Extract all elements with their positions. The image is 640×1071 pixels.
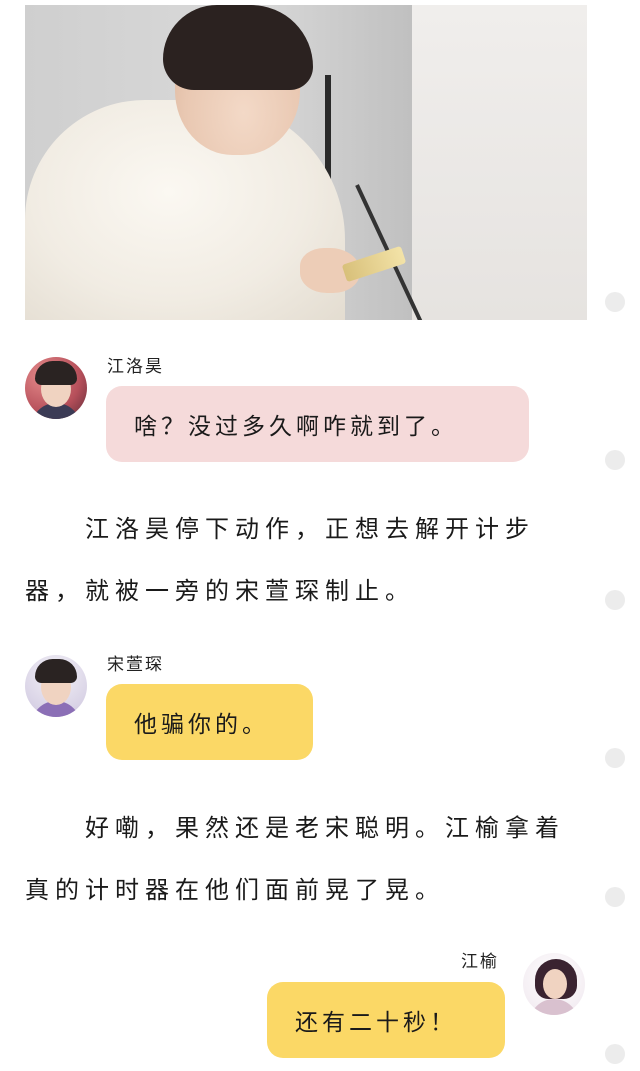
narration-line: 真的计时器在他们面前晃了晃。 (25, 876, 445, 904)
message-text: 还有二十秒！ (295, 1010, 457, 1036)
avatar-jiang-yu[interactable] (523, 953, 585, 1015)
narration-line: 江洛昊停下动作，正想去解开计步 (25, 515, 535, 543)
avatar-song-xuanchen[interactable] (25, 655, 87, 717)
message-bubble: 还有二十秒！ (267, 982, 505, 1058)
avatar-hair (35, 659, 77, 683)
avatar-jiang-luohao[interactable] (25, 357, 87, 419)
page-dot[interactable] (605, 1044, 625, 1064)
story-photo (25, 5, 587, 320)
page-dot[interactable] (605, 887, 625, 907)
narration-paragraph: 好嘞，果然还是老宋聪明。江榆拿着 真的计时器在他们面前晃了晃。 (25, 797, 585, 921)
page-dot[interactable] (605, 590, 625, 610)
narration-paragraph: 江洛昊停下动作，正想去解开计步 器，就被一旁的宋萱琛制止。 (25, 498, 585, 622)
narration-line: 好嘞，果然还是老宋聪明。江榆拿着 (25, 814, 565, 842)
avatar-hair (35, 361, 77, 385)
message-bubble: 他骗你的。 (106, 684, 313, 760)
sender-name: 江榆 (461, 952, 499, 972)
message-bubble: 啥？没过多久啊咋就到了。 (106, 386, 529, 462)
photo-person-hair (163, 5, 313, 90)
message-text: 啥？没过多久啊咋就到了。 (134, 414, 458, 440)
avatar-body (529, 999, 579, 1015)
page-dot[interactable] (605, 748, 625, 768)
photo-person-shirt (25, 100, 345, 320)
message-text: 他骗你的。 (134, 712, 269, 738)
page-dot[interactable] (605, 292, 625, 312)
sender-name: 宋萱琛 (107, 655, 164, 675)
narration-line: 器，就被一旁的宋萱琛制止。 (25, 577, 415, 605)
sender-name: 江洛昊 (107, 357, 164, 377)
photo-backdrop (412, 5, 587, 320)
page-dot[interactable] (605, 450, 625, 470)
avatar-face (543, 969, 567, 999)
